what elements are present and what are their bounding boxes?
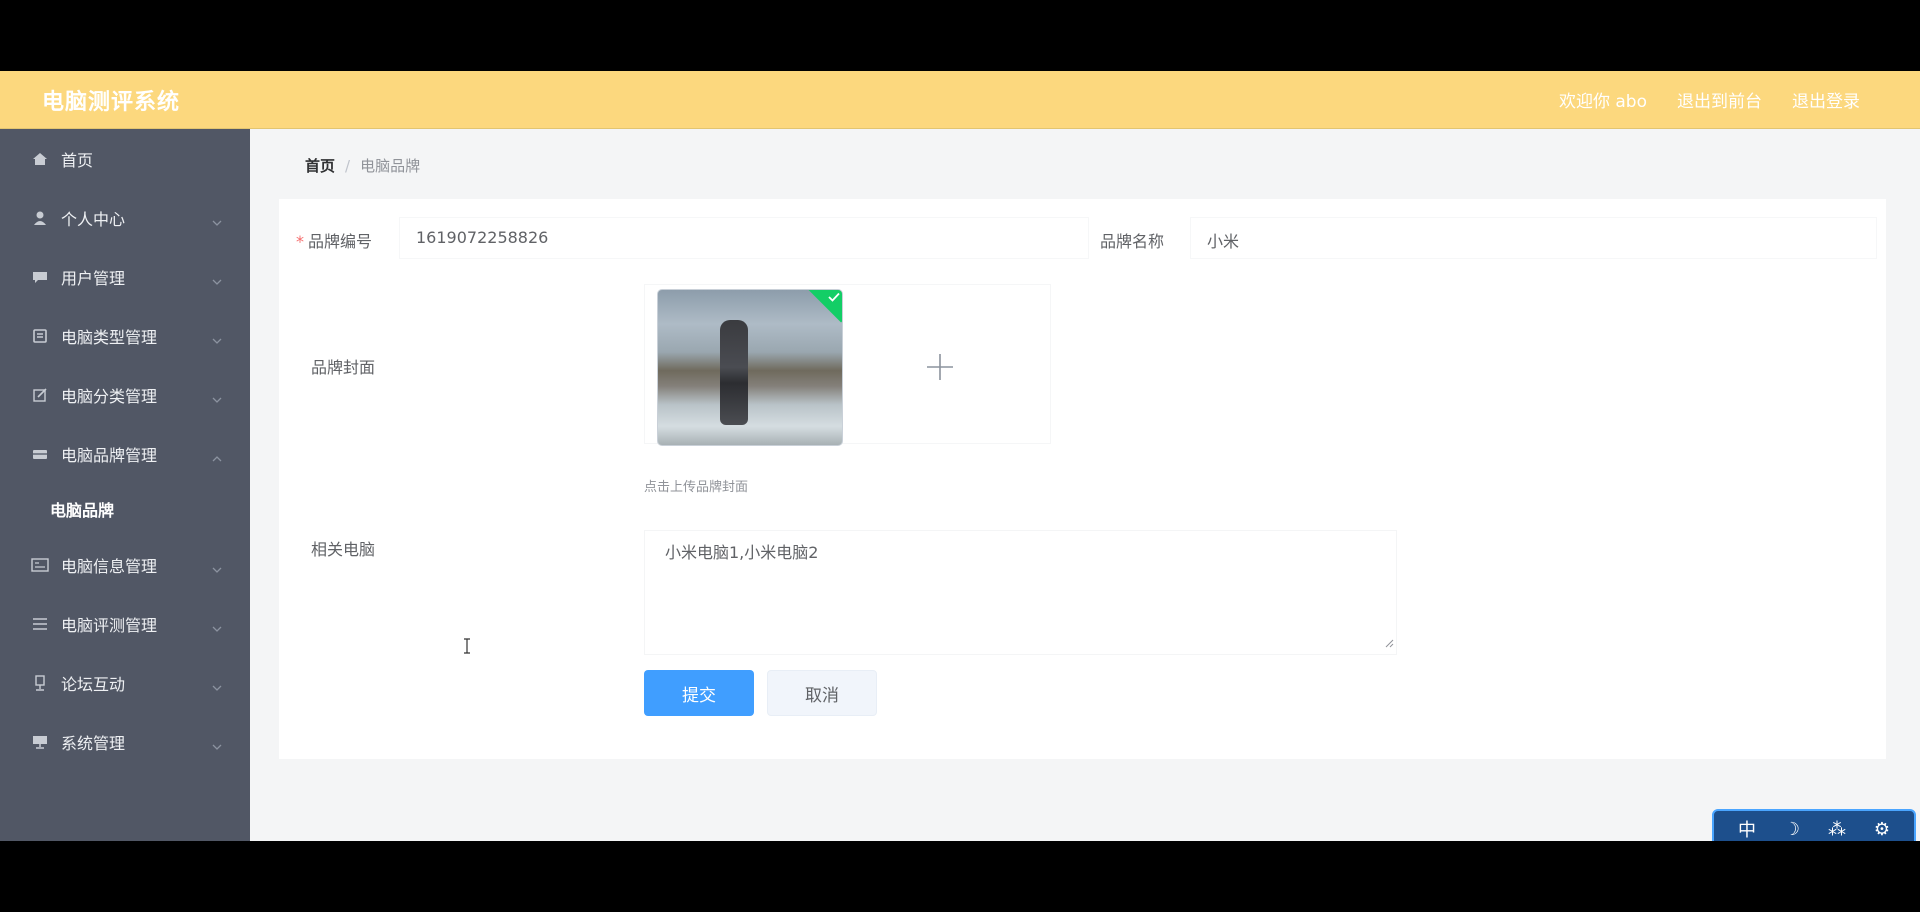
- breadcrumb: 首页 / 电脑品牌: [305, 155, 420, 176]
- chevron-down-icon: [212, 212, 222, 231]
- gear-icon[interactable]: ⚙: [1874, 819, 1890, 840]
- breadcrumb-home[interactable]: 首页: [305, 155, 335, 176]
- welcome-user-link[interactable]: 欢迎你 abo: [1559, 87, 1647, 112]
- chevron-down-icon: [212, 330, 222, 349]
- sidebar-subitem-computer-brand[interactable]: 电脑品牌: [0, 483, 250, 535]
- sidebar-item-label: 电脑类型管理: [61, 327, 158, 347]
- upload-success-badge: [808, 290, 842, 323]
- upload-add-button[interactable]: [850, 289, 1030, 444]
- sidebar-item-computer-category-management[interactable]: 电脑分类管理: [0, 365, 250, 424]
- brand-cover-label: 品牌封面: [311, 358, 376, 377]
- monitor-icon: [31, 733, 49, 751]
- upload-tip: 点击上传品牌封面: [644, 480, 749, 495]
- tray-icon: [31, 445, 49, 463]
- header-links: 欢迎你 abo 退出到前台 退出登录: [1559, 87, 1860, 112]
- sidebar-item-personal-center[interactable]: 个人中心: [0, 188, 250, 247]
- app-window: 电脑测评系统 欢迎你 abo 退出到前台 退出登录 首页 个人中心 用户管理 电…: [0, 71, 1920, 841]
- sidebar-item-label: 电脑评测管理: [61, 615, 158, 635]
- cancel-button[interactable]: 取消: [767, 670, 877, 716]
- related-computers-label: 相关电脑: [311, 540, 376, 559]
- sidebar: 首页 个人中心 用户管理 电脑类型管理 电脑分类管理 电脑品牌管理 电脑品牌 电…: [0, 129, 250, 841]
- sidebar-item-computer-brand-management[interactable]: 电脑品牌管理: [0, 424, 250, 483]
- menu-icon: [31, 615, 49, 633]
- sidebar-item-computer-review-management[interactable]: 电脑评测管理: [0, 594, 250, 653]
- sidebar-item-label: 电脑信息管理: [61, 556, 158, 576]
- back-to-front-link[interactable]: 退出到前台: [1677, 87, 1762, 112]
- submit-button[interactable]: 提交: [644, 670, 754, 716]
- edit-icon: [31, 386, 49, 404]
- related-computers-text: 小米电脑1,小米电脑2: [665, 543, 819, 562]
- chevron-down-icon: [212, 389, 222, 408]
- sidebar-item-label: 电脑分类管理: [61, 386, 158, 406]
- card-icon: [31, 556, 49, 574]
- text-cursor-icon: [462, 638, 472, 658]
- brand-title: 电脑测评系统: [42, 90, 181, 115]
- brand-form-card: * 品牌编号 1619072258826 品牌名称 小米 品牌封面 点击上传品牌封…: [279, 199, 1886, 759]
- sidebar-item-user-management[interactable]: 用户管理: [0, 247, 250, 306]
- chevron-down-icon: [212, 559, 222, 578]
- home-icon: [31, 150, 49, 168]
- document-icon: [31, 327, 49, 345]
- plus-icon: [927, 353, 953, 380]
- brand-code-label: * 品牌编号: [296, 232, 373, 251]
- sidebar-item-label: 首页: [61, 150, 94, 170]
- chevron-down-icon: [212, 736, 222, 755]
- brand-name-label: 品牌名称: [1100, 232, 1165, 251]
- sidebar-item-label: 论坛互动: [61, 674, 126, 694]
- chevron-down-icon: [212, 271, 222, 290]
- breadcrumb-current: 电脑品牌: [360, 157, 421, 175]
- main-content: 首页 / 电脑品牌 * 品牌编号 1619072258826 品牌名称 小米 品牌…: [250, 129, 1920, 841]
- breadcrumb-separator: /: [345, 156, 351, 175]
- resize-handle-icon[interactable]: [1384, 633, 1394, 652]
- sidebar-item-label: 个人中心: [61, 209, 126, 229]
- sidebar-item-computer-info-management[interactable]: 电脑信息管理: [0, 535, 250, 594]
- related-computers-textarea[interactable]: 小米电脑1,小米电脑2: [644, 530, 1397, 655]
- sidebar-item-computer-type-management[interactable]: 电脑类型管理: [0, 306, 250, 365]
- ime-toolbar: 中 ☽ ⁂ ⚙: [1712, 809, 1916, 841]
- ime-language-button[interactable]: 中: [1738, 816, 1756, 841]
- sidebar-item-label: 用户管理: [61, 268, 126, 288]
- sidebar-item-system-management[interactable]: 系统管理: [0, 712, 250, 771]
- cover-image-figure: [720, 320, 748, 425]
- cover-thumbnail[interactable]: [657, 289, 843, 446]
- punctuation-icon[interactable]: ⁂: [1828, 819, 1846, 840]
- moon-icon[interactable]: ☽: [1784, 819, 1800, 840]
- sidebar-item-label: 系统管理: [61, 733, 126, 753]
- chevron-up-icon: [212, 448, 222, 467]
- brand-name-input[interactable]: 小米: [1190, 217, 1877, 259]
- chevron-down-icon: [212, 677, 222, 696]
- check-icon: [828, 292, 840, 302]
- cover-upload: [644, 284, 1051, 446]
- cup-icon: [31, 674, 49, 692]
- sidebar-item-forum[interactable]: 论坛互动: [0, 653, 250, 712]
- chat-icon: [31, 268, 49, 286]
- user-icon: [31, 209, 49, 227]
- chevron-down-icon: [212, 618, 222, 637]
- sidebar-item-label: 电脑品牌管理: [61, 445, 158, 465]
- top-header: 电脑测评系统 欢迎你 abo 退出到前台 退出登录: [0, 71, 1920, 129]
- logout-link[interactable]: 退出登录: [1792, 87, 1860, 112]
- sidebar-item-home[interactable]: 首页: [0, 129, 250, 188]
- brand-code-input[interactable]: 1619072258826: [399, 217, 1089, 259]
